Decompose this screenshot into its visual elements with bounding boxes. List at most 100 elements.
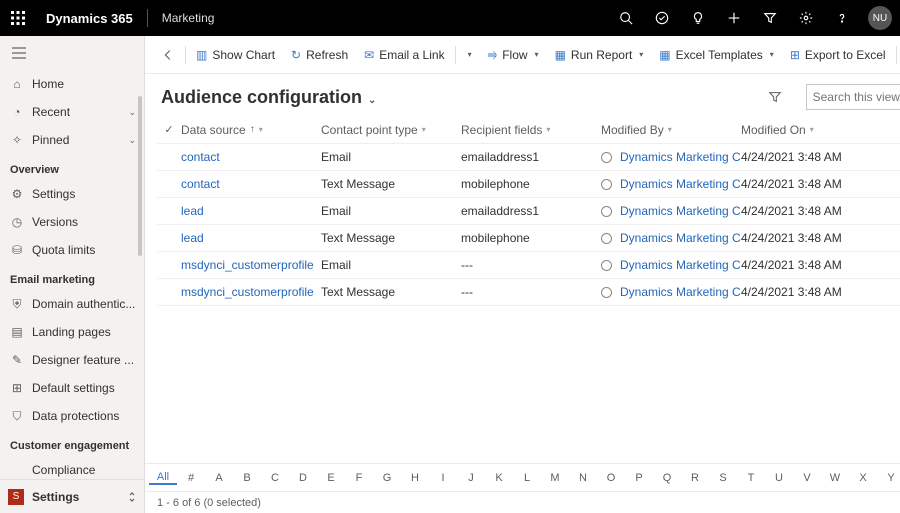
alpha-D[interactable]: D xyxy=(289,472,317,484)
alpha-P[interactable]: P xyxy=(625,472,653,484)
sidebar-item[interactable]: ◔Recent⌄ xyxy=(0,98,144,126)
table-row[interactable]: lead Text Message mobilephone Dynamics M… xyxy=(157,225,900,252)
select-all-checkbox[interactable]: ✓ xyxy=(157,123,181,136)
alpha-U[interactable]: U xyxy=(765,472,793,484)
sidebar-item[interactable]: Compliance xyxy=(0,456,144,479)
col-data-source[interactable]: Data source↑▾ xyxy=(181,123,321,137)
col-modified-by[interactable]: Modified By▾ xyxy=(601,123,741,137)
alpha-J[interactable]: J xyxy=(457,472,485,484)
alpha-E[interactable]: E xyxy=(317,472,345,484)
cell-modified-by[interactable]: Dynamics Marketing Custom xyxy=(601,258,741,272)
alpha-K[interactable]: K xyxy=(485,472,513,484)
excel-templates-button[interactable]: ▦Excel Templates▾ xyxy=(651,36,782,74)
table-row[interactable]: lead Email emailaddress1 Dynamics Market… xyxy=(157,198,900,225)
help-icon[interactable] xyxy=(824,0,860,36)
lightbulb-icon[interactable] xyxy=(680,0,716,36)
alpha-R[interactable]: R xyxy=(681,472,709,484)
table-row[interactable]: contact Email emailaddress1 Dynamics Mar… xyxy=(157,144,900,171)
sidebar-item[interactable]: ⛨Domain authentic... xyxy=(0,290,144,318)
search-icon[interactable] xyxy=(608,0,644,36)
cell-data-source[interactable]: lead xyxy=(181,231,321,245)
alpha-I[interactable]: I xyxy=(429,472,457,484)
alpha-S[interactable]: S xyxy=(709,472,737,484)
sidebar-group-title: Customer engagement xyxy=(0,430,144,456)
app-launcher-icon[interactable] xyxy=(0,0,36,36)
sidebar-item[interactable]: ⛁Quota limits xyxy=(0,236,144,264)
cell-data-source[interactable]: msdynci_customerprofile xyxy=(181,285,321,299)
cell-recipient: --- xyxy=(461,285,601,299)
sidebar-item[interactable]: ⛉Data protections xyxy=(0,402,144,430)
status-bar: 1 - 6 of 6 (0 selected) xyxy=(145,491,900,513)
alpha-H[interactable]: H xyxy=(401,472,429,484)
cell-contact-type: Text Message xyxy=(321,231,461,245)
cell-modified-by[interactable]: Dynamics Marketing Custom xyxy=(601,177,741,191)
sidebar-item[interactable]: ✧Pinned⌄ xyxy=(0,126,144,154)
table-row[interactable]: msdynci_customerprofile Text Message ---… xyxy=(157,279,900,306)
alpha-V[interactable]: V xyxy=(793,472,821,484)
table-row[interactable]: contact Text Message mobilephone Dynamic… xyxy=(157,171,900,198)
sidebar-toggle[interactable] xyxy=(0,36,144,70)
cell-modified-by[interactable]: Dynamics Marketing Custom xyxy=(601,285,741,299)
mail-icon: ✉ xyxy=(364,48,374,62)
col-recipient[interactable]: Recipient fields▾ xyxy=(461,123,601,137)
cell-data-source[interactable]: msdynci_customerprofile xyxy=(181,258,321,272)
alpha-All[interactable]: All xyxy=(149,471,177,485)
chevron-down-icon: ▾ xyxy=(535,50,539,59)
alpha-C[interactable]: C xyxy=(261,472,289,484)
alpha-X[interactable]: X xyxy=(849,472,877,484)
refresh-button[interactable]: ↻Refresh xyxy=(283,36,356,74)
sidebar-item[interactable]: ◷Versions xyxy=(0,208,144,236)
search-view-box[interactable] xyxy=(806,84,900,110)
cell-modified-by[interactable]: Dynamics Marketing Custom xyxy=(601,204,741,218)
brand-label[interactable]: Dynamics 365 xyxy=(36,11,143,26)
chevron-down-icon: ▾ xyxy=(770,50,774,59)
table-row[interactable]: msdynci_customerprofile Email --- Dynami… xyxy=(157,252,900,279)
filter-icon[interactable] xyxy=(752,0,788,36)
cell-modified-by[interactable]: Dynamics Marketing Custom xyxy=(601,150,741,164)
sidebar-item[interactable]: ⚙Settings xyxy=(0,180,144,208)
email-link-split[interactable]: ▾ xyxy=(458,36,480,74)
alpha-N[interactable]: N xyxy=(569,472,597,484)
gear-icon[interactable] xyxy=(788,0,824,36)
area-switcher[interactable]: S Settings xyxy=(0,479,144,513)
alpha-B[interactable]: B xyxy=(233,472,261,484)
alpha-O[interactable]: O xyxy=(597,472,625,484)
col-contact-type[interactable]: Contact point type▾ xyxy=(321,123,461,137)
cell-data-source[interactable]: contact xyxy=(181,150,321,164)
alpha-Y[interactable]: Y xyxy=(877,472,900,484)
alpha-W[interactable]: W xyxy=(821,472,849,484)
alpha-F[interactable]: F xyxy=(345,472,373,484)
module-label[interactable]: Marketing xyxy=(152,11,225,25)
cell-data-source[interactable]: lead xyxy=(181,204,321,218)
view-selector[interactable]: Audience configuration⌄ xyxy=(161,87,376,108)
task-icon[interactable] xyxy=(644,0,680,36)
alpha-A[interactable]: A xyxy=(205,472,233,484)
cell-modified-by[interactable]: Dynamics Marketing Custom xyxy=(601,231,741,245)
add-icon[interactable] xyxy=(716,0,752,36)
col-modified-on[interactable]: Modified On▾ xyxy=(741,123,881,137)
alpha-L[interactable]: L xyxy=(513,472,541,484)
flow-button[interactable]: ⥤Flow▾ xyxy=(480,36,547,74)
sidebar-item[interactable]: ⊞Default settings xyxy=(0,374,144,402)
sidebar-scrollbar[interactable] xyxy=(138,96,142,256)
alpha-G[interactable]: G xyxy=(373,472,401,484)
avatar[interactable]: NU xyxy=(868,6,892,30)
sidebar-item-label: Pinned xyxy=(32,133,120,147)
alpha-#[interactable]: # xyxy=(177,472,205,484)
alpha-T[interactable]: T xyxy=(737,472,765,484)
export-excel-button[interactable]: ⊞Export to Excel xyxy=(782,36,894,74)
nav-icon: ⛁ xyxy=(10,243,24,257)
search-input[interactable] xyxy=(813,90,900,104)
email-link-button[interactable]: ✉Email a Link xyxy=(356,36,452,74)
run-report-button[interactable]: ▦Run Report▾ xyxy=(547,36,652,74)
sidebar-item[interactable]: ▤Landing pages xyxy=(0,318,144,346)
sidebar-item[interactable]: ⌂Home xyxy=(0,70,144,98)
sidebar-item[interactable]: ✎Designer feature ... xyxy=(0,346,144,374)
alpha-M[interactable]: M xyxy=(541,472,569,484)
show-chart-button[interactable]: ▥Show Chart xyxy=(188,36,283,74)
cell-data-source[interactable]: contact xyxy=(181,177,321,191)
funnel-icon[interactable] xyxy=(768,90,796,104)
alpha-Q[interactable]: Q xyxy=(653,472,681,484)
chevron-down-icon: ▾ xyxy=(810,125,814,134)
back-button[interactable] xyxy=(153,36,183,74)
